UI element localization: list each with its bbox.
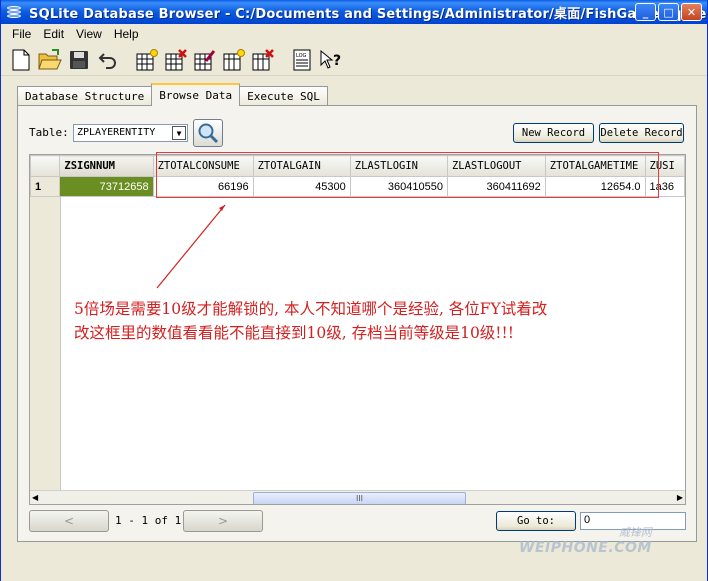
menu-view[interactable]: View — [70, 27, 108, 41]
delete-index-icon[interactable] — [251, 48, 275, 72]
maximize-button[interactable]: □ — [658, 3, 679, 21]
menu-help[interactable]: Help — [108, 27, 145, 41]
search-button[interactable] — [193, 119, 223, 147]
open-database-icon[interactable] — [38, 48, 62, 72]
next-page-button[interactable]: > — [183, 510, 263, 532]
svg-text:LOG: LOG — [296, 53, 307, 59]
toolbar: LOG ? — [1, 44, 707, 76]
previous-page-button[interactable]: < — [29, 510, 109, 532]
annotation-line-1: 5倍场是需要10级才能解锁的, 本人不知道哪个是经验, 各位FY试着改 — [74, 300, 548, 318]
tab-bar: Database Structure Browse Data Execute S… — [17, 83, 328, 106]
search-icon — [198, 123, 219, 144]
scroll-thumb[interactable]: III — [253, 492, 466, 504]
table-select[interactable]: ZPLAYERENTITY ▼ — [73, 124, 188, 142]
horizontal-scrollbar[interactable]: ◀ III ▶ — [30, 490, 685, 504]
table-select-value: ZPLAYERENTITY — [77, 127, 156, 138]
row-number[interactable]: 1 — [30, 176, 61, 197]
undo-icon[interactable] — [96, 48, 120, 72]
delete-table-icon[interactable] — [164, 48, 188, 72]
table-cell[interactable]: 73712658 — [59, 176, 154, 197]
create-index-icon[interactable] — [222, 48, 246, 72]
scroll-right-icon[interactable]: ▶ — [677, 493, 683, 502]
menu-file[interactable]: File — [6, 27, 37, 41]
create-table-icon[interactable] — [135, 48, 159, 72]
window-title: SQLite Database Browser - C:/Documents a… — [29, 6, 707, 22]
scroll-left-icon[interactable]: ◀ — [32, 493, 38, 502]
delete-record-button[interactable]: Delete Record — [599, 123, 684, 143]
save-icon[interactable] — [67, 48, 91, 72]
table-label: Table: — [29, 126, 69, 139]
watermark-top: 威锋网 — [618, 526, 652, 539]
row-header-strip — [30, 196, 61, 504]
modify-table-icon[interactable] — [193, 48, 217, 72]
database-icon — [7, 5, 21, 19]
annotation-highlight-box — [156, 152, 659, 198]
annotation-text: 5倍场是需要10级才能解锁的, 本人不知道哪个是经验, 各位FY试着改 改这框里… — [74, 297, 674, 345]
log-icon[interactable]: LOG — [290, 48, 314, 72]
column-header[interactable]: ZSIGNNUM — [59, 155, 154, 177]
tab-browse-data[interactable]: Browse Data — [151, 83, 241, 106]
close-button[interactable]: ✕ — [681, 3, 702, 21]
whats-this-icon[interactable]: ? — [319, 48, 343, 72]
corner-cell — [30, 155, 61, 177]
pager-text: 1 - 1 of 1 — [115, 514, 182, 527]
menu-edit[interactable]: Edit — [37, 27, 70, 41]
svg-text:?: ? — [333, 53, 341, 69]
annotation-line-2: 改这框里的数值看看能不能直接到10级, 存档当前等级是10级!!! — [74, 324, 514, 342]
new-record-button[interactable]: New Record — [513, 123, 594, 143]
title-bar[interactable]: SQLite Database Browser - C:/Documents a… — [1, 0, 707, 24]
app-window: SQLite Database Browser - C:/Documents a… — [0, 0, 708, 581]
minimize-button[interactable]: _ — [635, 3, 656, 21]
tab-execute-sql[interactable]: Execute SQL — [239, 86, 328, 106]
watermark: 威锋网 WEIPHONE.COM — [519, 524, 652, 556]
chevron-down-icon[interactable]: ▼ — [172, 126, 186, 140]
watermark-bottom: WEIPHONE.COM — [519, 540, 652, 556]
annotation-arrow — [156, 204, 226, 289]
menu-bar: File Edit View Help — [1, 24, 707, 43]
new-database-icon[interactable] — [9, 48, 33, 72]
tab-database-structure[interactable]: Database Structure — [17, 86, 153, 106]
